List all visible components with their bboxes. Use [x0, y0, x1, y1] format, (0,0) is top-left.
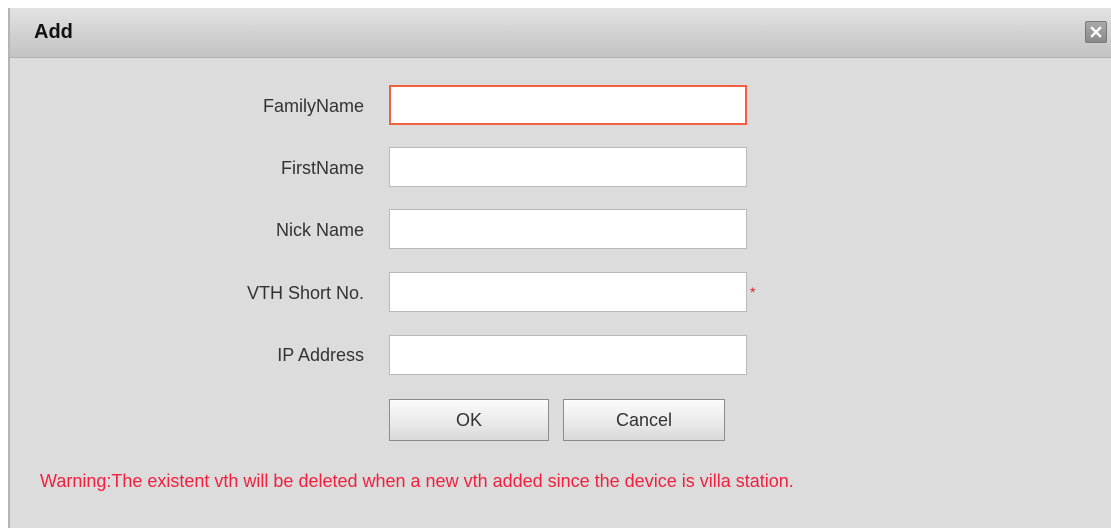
close-icon: [1090, 26, 1102, 38]
add-dialog: Add FamilyName FirstName Nick Name VTH S…: [8, 8, 1111, 528]
vth-short-no-label: VTH Short No.: [246, 283, 364, 303]
ok-button[interactable]: OK: [389, 399, 549, 441]
family-name-label: FamilyName: [262, 96, 364, 116]
family-name-input[interactable]: [389, 85, 747, 125]
dialog-title: Add: [34, 21, 73, 43]
cancel-button[interactable]: Cancel: [563, 399, 725, 441]
ip-address-label: IP Address: [277, 345, 364, 365]
dialog-titlebar: Add: [10, 8, 1111, 58]
nick-name-input[interactable]: [389, 209, 747, 249]
close-button[interactable]: [1085, 21, 1107, 43]
nick-name-label: Nick Name: [275, 220, 364, 240]
vth-short-no-input[interactable]: [389, 272, 747, 312]
required-marker: *: [750, 284, 756, 300]
ip-address-input[interactable]: [389, 335, 747, 375]
warning-message: Warning:The existent vth will be deleted…: [40, 471, 794, 491]
first-name-input[interactable]: [389, 147, 747, 187]
first-name-label: FirstName: [280, 158, 364, 178]
